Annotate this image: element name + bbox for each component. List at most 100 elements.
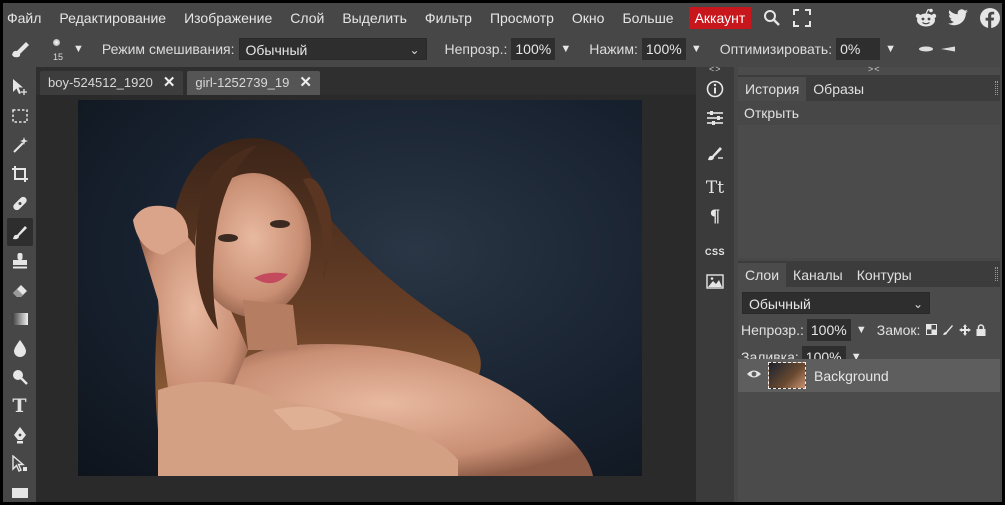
account-button[interactable]: Аккаунт	[688, 7, 752, 29]
shape-tool-icon[interactable]	[7, 479, 33, 502]
dodge-tool-icon[interactable]	[7, 363, 33, 391]
eye-icon[interactable]	[746, 368, 762, 383]
chevron-down-icon: ⌄	[409, 43, 420, 57]
document-tab[interactable]: boy-524512_1920 ✕	[40, 71, 184, 95]
pen-tool-icon[interactable]	[7, 421, 33, 449]
lock-all-icon[interactable]	[976, 323, 986, 336]
image-canvas[interactable]	[78, 100, 642, 476]
layer-blend-row: Обычный ⌄	[738, 290, 1000, 316]
brush-tool-icon[interactable]	[6, 218, 33, 246]
blend-mode-value: Обычный	[245, 42, 308, 58]
facebook-icon[interactable]	[978, 6, 1002, 30]
image-icon[interactable]	[700, 267, 730, 295]
layer-opacity-input[interactable]: 100%	[806, 318, 851, 341]
collapse-panel-icon[interactable]: ><	[868, 64, 881, 74]
tab-history[interactable]: История	[738, 77, 807, 101]
menu-view[interactable]: Просмотр	[481, 3, 563, 33]
opacity-input[interactable]: 100%	[511, 38, 556, 60]
layer-blend-value: Обычный	[749, 296, 811, 312]
optimize-dropdown-icon[interactable]: ▼	[885, 43, 896, 55]
pressure-label: Нажим:	[589, 41, 638, 57]
photopea-app: Файл Редактирование Изображение Слой Выд…	[0, 0, 1005, 505]
move-tool-icon[interactable]	[7, 73, 33, 101]
pressure-size-icon[interactable]	[918, 46, 934, 52]
history-panel-tabs: История Образы	[738, 75, 1000, 101]
type-tool-icon[interactable]: T	[7, 392, 33, 420]
info-icon[interactable]	[700, 75, 730, 103]
brush-tool-icon	[9, 39, 31, 59]
menu-window[interactable]: Окно	[563, 3, 614, 33]
layers-panel-tabs: Слои Каналы Контуры	[738, 261, 1000, 287]
twitter-icon[interactable]	[946, 6, 970, 30]
lock-transparency-icon[interactable]	[926, 324, 938, 335]
lock-position-icon[interactable]	[959, 323, 972, 336]
opacity-label: Непрозр.:	[444, 41, 508, 57]
blur-tool-icon[interactable]	[7, 334, 33, 362]
crop-tool-icon[interactable]	[7, 160, 33, 188]
search-icon[interactable]	[757, 3, 787, 33]
lock-pixels-icon[interactable]	[942, 324, 954, 336]
tab-channels[interactable]: Каналы	[786, 263, 850, 287]
optimize-label: Оптимизировать:	[719, 41, 833, 57]
brush-size-picker[interactable]: 15	[45, 36, 71, 62]
adjustments-icon[interactable]	[700, 104, 730, 132]
tab-layers[interactable]: Слои	[738, 263, 787, 287]
optimize-input[interactable]: 0%	[836, 38, 881, 60]
fullscreen-icon[interactable]	[787, 3, 817, 33]
clone-stamp-tool-icon[interactable]	[7, 247, 33, 275]
menu-bar: Файл Редактирование Изображение Слой Выд…	[3, 3, 1002, 33]
layers-panel: Слои Каналы Контуры Обычный ⌄ Непрозр.: …	[738, 261, 1000, 502]
tab-paths[interactable]: Контуры	[850, 263, 919, 287]
collapse-icon[interactable]: <>	[709, 64, 722, 74]
layer-opacity-label: Непрозр.:	[741, 321, 804, 338]
blend-mode-label: Режим смешивания:	[101, 41, 235, 57]
reddit-icon[interactable]	[914, 6, 938, 30]
magic-wand-tool-icon[interactable]	[7, 131, 33, 159]
pressure-toggles	[918, 46, 956, 52]
panel-grip-icon[interactable]	[995, 81, 998, 95]
layer-blend-select[interactable]: Обычный ⌄	[742, 292, 930, 314]
css-icon[interactable]: CSS	[700, 238, 730, 266]
social-links	[914, 3, 1002, 33]
blend-mode-select[interactable]: Обычный ⌄	[238, 38, 427, 60]
close-tab-icon[interactable]: ✕	[163, 71, 176, 95]
history-panel: >< История Образы Открыть	[738, 64, 1000, 258]
close-tab-icon[interactable]: ✕	[299, 71, 312, 95]
brush-dropdown-arrow-icon[interactable]: ▼	[73, 43, 84, 55]
tools-panel: T	[3, 67, 36, 502]
paragraph-icon[interactable]: ¶	[700, 203, 730, 231]
gradient-tool-icon[interactable]	[7, 305, 33, 333]
layer-name: Background	[814, 367, 889, 384]
menu-filter[interactable]: Фильтр	[416, 3, 481, 33]
document-tab-title: boy-524512_1920	[48, 75, 153, 90]
brush-size-value: 15	[52, 52, 63, 62]
lock-label: Замок:	[876, 321, 921, 338]
character-icon[interactable]: Tt	[700, 174, 730, 202]
opacity-dropdown-icon[interactable]: ▼	[560, 43, 571, 55]
pressure-opacity-icon[interactable]	[940, 46, 956, 52]
menu-more[interactable]: Больше	[613, 3, 682, 33]
menu-select[interactable]: Выделить	[333, 3, 416, 33]
pressure-input[interactable]: 100%	[641, 38, 686, 60]
layer-row[interactable]: Background	[738, 359, 1000, 392]
brush-preview-icon	[53, 39, 60, 46]
panel-grip-icon[interactable]	[995, 267, 998, 281]
document-tab-title: girl-1252739_19	[195, 75, 290, 90]
menu-image[interactable]: Изображение	[175, 3, 281, 33]
brush-settings-icon[interactable]	[700, 139, 730, 167]
history-item[interactable]: Открыть	[738, 101, 1000, 125]
menu-edit[interactable]: Редактирование	[50, 3, 175, 33]
eraser-tool-icon[interactable]	[7, 276, 33, 304]
menu-layer[interactable]: Слой	[281, 3, 333, 33]
lock-options	[926, 323, 986, 336]
tab-swatches[interactable]: Образы	[806, 77, 871, 101]
layer-opacity-dropdown-icon[interactable]: ▼	[856, 324, 867, 336]
menu-file[interactable]: Файл	[3, 3, 50, 33]
marquee-tool-icon[interactable]	[7, 102, 33, 130]
path-select-tool-icon[interactable]	[7, 450, 33, 478]
chevron-down-icon: ⌄	[912, 297, 923, 311]
pressure-dropdown-icon[interactable]: ▼	[691, 43, 702, 55]
portrait-photo	[133, 138, 593, 476]
document-tab-active[interactable]: girl-1252739_19 ✕	[187, 71, 320, 95]
healing-brush-tool-icon[interactable]	[7, 189, 33, 217]
